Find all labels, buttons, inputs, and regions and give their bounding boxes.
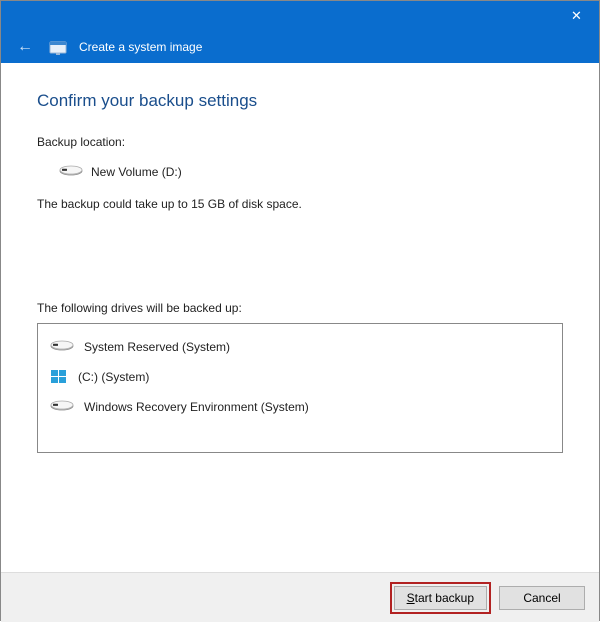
close-button[interactable]: ✕	[554, 1, 599, 31]
backup-location-label: Backup location:	[37, 135, 563, 149]
start-backup-highlight: Start backup	[390, 582, 491, 614]
back-arrow-icon: ←	[17, 38, 33, 55]
wizard-header: ← Create a system image	[1, 31, 599, 63]
start-backup-button[interactable]: Start backup	[394, 586, 487, 610]
disk-icon	[50, 398, 74, 416]
disk-icon	[59, 163, 83, 181]
wizard-title: Create a system image	[79, 40, 202, 54]
wizard-icon	[49, 38, 67, 56]
drive-label: (C:) (System)	[78, 370, 149, 384]
drive-label: Windows Recovery Environment (System)	[84, 400, 309, 414]
titlebar: ✕	[1, 1, 599, 31]
drives-list: System Reserved (System) (C:) (System)	[37, 323, 563, 453]
windows-logo-icon	[50, 368, 68, 386]
backup-location-row: New Volume (D:)	[37, 163, 563, 181]
content-area: Confirm your backup settings Backup loca…	[1, 63, 599, 572]
drive-row: System Reserved (System)	[48, 332, 552, 362]
disk-icon	[50, 338, 74, 356]
drive-row: Windows Recovery Environment (System)	[48, 392, 552, 422]
close-icon: ✕	[571, 8, 582, 24]
backup-location-name: New Volume (D:)	[91, 165, 182, 179]
backup-size-note: The backup could take up to 15 GB of dis…	[37, 197, 563, 211]
drive-row: (C:) (System)	[48, 362, 552, 392]
drive-label: System Reserved (System)	[84, 340, 230, 354]
cancel-button[interactable]: Cancel	[499, 586, 585, 610]
back-button[interactable]: ←	[13, 38, 37, 56]
page-heading: Confirm your backup settings	[37, 91, 563, 111]
drives-list-label: The following drives will be backed up:	[37, 301, 563, 315]
footer-bar: Start backup Cancel	[1, 572, 599, 622]
